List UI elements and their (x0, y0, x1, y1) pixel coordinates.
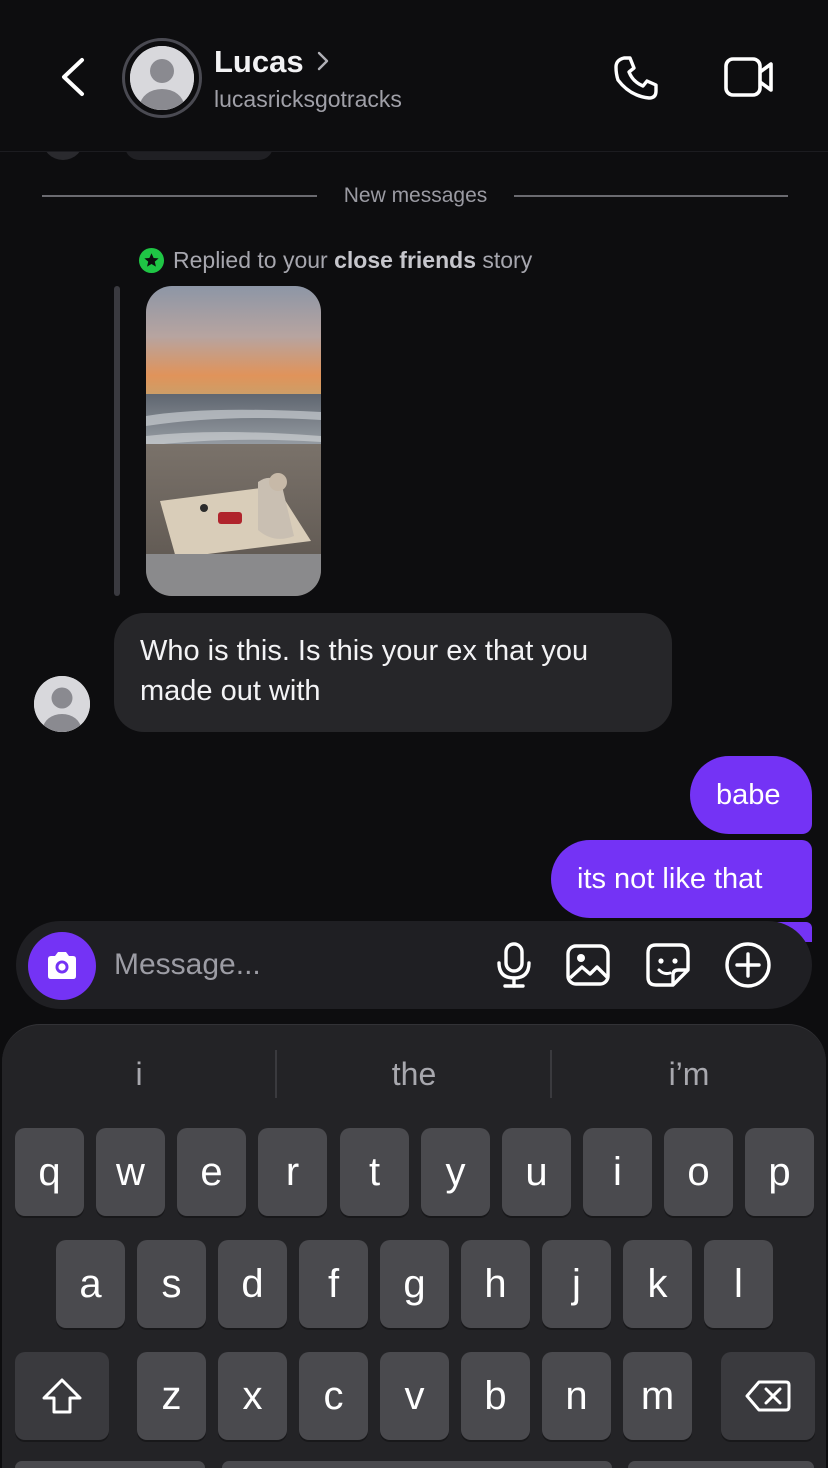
divider-line (42, 195, 317, 197)
voice-call-button[interactable] (610, 52, 662, 104)
divider-line (514, 195, 788, 197)
story-thumbnail[interactable] (146, 286, 321, 596)
key-q[interactable]: q (15, 1128, 84, 1216)
sender-avatar[interactable] (34, 676, 90, 732)
key-k[interactable]: k (623, 1240, 692, 1328)
reply-context-bold: close friends (334, 246, 476, 273)
camera-icon (48, 952, 76, 979)
delete-key[interactable] (721, 1352, 815, 1440)
chevron-right-icon (317, 51, 329, 71)
avatar-placeholder-icon (130, 46, 194, 110)
video-camera-icon (724, 57, 773, 97)
back-button[interactable] (52, 52, 96, 102)
chat-header: Lucas lucasricksgotracks (0, 0, 828, 152)
key-r[interactable]: r (258, 1128, 327, 1216)
voice-message-button[interactable] (490, 940, 538, 990)
keyboard-row-peek (15, 1461, 205, 1468)
contact-avatar[interactable] (122, 38, 202, 118)
phone-icon (614, 56, 658, 100)
chevron-left-icon (62, 58, 84, 96)
sticker-button[interactable] (644, 940, 692, 990)
key-e[interactable]: e (177, 1128, 246, 1216)
reply-context-prefix: Replied to your (173, 246, 335, 273)
key-t[interactable]: t (340, 1128, 409, 1216)
key-s[interactable]: s (137, 1240, 206, 1328)
key-j[interactable]: j (542, 1240, 611, 1328)
key-c[interactable]: c (299, 1352, 368, 1440)
contact-handle[interactable]: lucasricksgotracks (214, 86, 402, 113)
key-d[interactable]: d (218, 1240, 287, 1328)
reply-context-suffix: story (475, 246, 533, 273)
shift-key[interactable] (15, 1352, 109, 1440)
avatar-placeholder-icon (34, 676, 90, 732)
key-i[interactable]: i (583, 1128, 652, 1216)
key-z[interactable]: z (137, 1352, 206, 1440)
reply-quote-bar (114, 286, 120, 596)
key-v[interactable]: v (380, 1352, 449, 1440)
keyboard-row-peek (222, 1461, 612, 1468)
plus-circle-icon (725, 942, 771, 988)
close-friends-star-icon (138, 247, 165, 273)
key-y[interactable]: y (421, 1128, 490, 1216)
key-o[interactable]: o (664, 1128, 733, 1216)
story-reply-context: Replied to your close friends story (138, 246, 532, 274)
gallery-button[interactable] (564, 940, 612, 990)
shift-icon (42, 1378, 82, 1414)
key-u[interactable]: u (502, 1128, 571, 1216)
incoming-message-bubble[interactable]: Who is this. Is this your ex that you ma… (114, 613, 672, 732)
outgoing-message-bubble[interactable]: its not like that (551, 840, 812, 918)
key-h[interactable]: h (461, 1240, 530, 1328)
message-input[interactable] (114, 940, 474, 990)
key-x[interactable]: x (218, 1352, 287, 1440)
sticker-icon (646, 943, 690, 987)
outgoing-message-bubble[interactable]: babe (690, 756, 812, 834)
key-g[interactable]: g (380, 1240, 449, 1328)
key-l[interactable]: l (704, 1240, 773, 1328)
image-icon (566, 944, 610, 986)
suggestion-1[interactable]: i (2, 1050, 276, 1098)
suggestion-3[interactable]: i’m (552, 1050, 826, 1098)
camera-button[interactable] (28, 932, 96, 1000)
key-f[interactable]: f (299, 1240, 368, 1328)
backspace-icon (745, 1380, 791, 1412)
key-n[interactable]: n (542, 1352, 611, 1440)
key-p[interactable]: p (745, 1128, 814, 1216)
key-b[interactable]: b (461, 1352, 530, 1440)
keyboard-row-peek (628, 1461, 814, 1468)
microphone-icon (497, 942, 531, 988)
new-messages-divider: New messages (343, 184, 488, 207)
more-options-button[interactable] (722, 940, 771, 990)
key-a[interactable]: a (56, 1240, 125, 1328)
contact-name[interactable]: Lucas (214, 44, 304, 80)
suggestion-2[interactable]: the (277, 1050, 551, 1098)
key-m[interactable]: m (623, 1352, 692, 1440)
key-w[interactable]: w (96, 1128, 165, 1216)
video-call-button[interactable] (722, 54, 776, 100)
